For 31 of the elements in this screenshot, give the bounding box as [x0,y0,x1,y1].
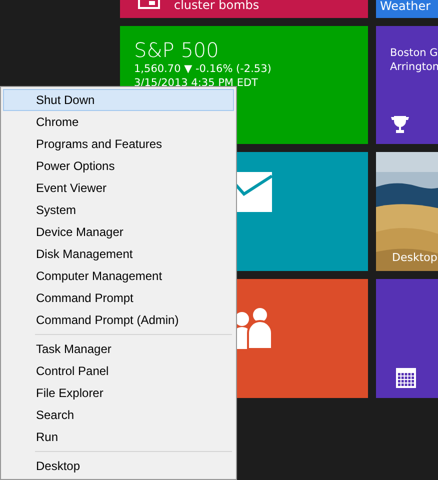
desktop-label: Desktop [392,251,438,265]
menu-item[interactable]: Command Prompt [3,287,234,309]
menu-item[interactable]: Disk Management [3,243,234,265]
menu-item[interactable]: Computer Management [3,265,234,287]
sports-tile[interactable]: Boston G Arrington [376,26,438,144]
calendar-icon [396,368,416,388]
menu-item[interactable]: Event Viewer [3,177,234,199]
menu-item[interactable]: System [3,199,234,221]
index-quote: 1,560.70 ▼ -0.16% (-2.53) [134,62,272,76]
quote-time: 3/15/2013 4:35 PM EDT [134,76,259,90]
news-headline: cluster bombs [174,0,260,12]
menu-item[interactable]: Desktop [3,455,234,477]
sports-headline: Boston G [390,46,438,60]
menu-item[interactable]: Control Panel [3,360,234,382]
menu-item[interactable]: Power Options [3,155,234,177]
weather-tile[interactable]: Weather [376,0,438,18]
desktop-tile[interactable]: Desktop [376,152,438,271]
sports-headline: Arrington [390,60,438,74]
menu-item[interactable]: File Explorer [3,382,234,404]
news-tile[interactable]: cluster bombs [120,0,368,18]
menu-item[interactable]: Search [3,404,234,426]
menu-item[interactable]: Shut Down [3,89,234,111]
menu-item[interactable]: Device Manager [3,221,234,243]
news-icon [138,0,160,10]
trophy-icon [390,114,410,134]
index-name: S&P 500 [134,38,220,62]
menu-item[interactable]: Command Prompt (Admin) [3,309,234,331]
menu-item[interactable]: Run [3,426,234,448]
weather-label: Weather [380,0,432,13]
calendar-tile[interactable] [376,279,438,398]
menu-item[interactable]: Task Manager [3,338,234,360]
